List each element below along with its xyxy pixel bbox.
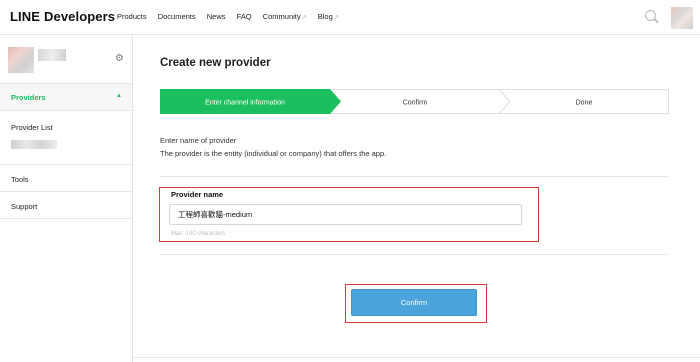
step-indicator: Enter channel information Confirm Done (160, 89, 669, 114)
nav-community[interactable]: Community↗ (263, 12, 307, 21)
sidebar-item-support[interactable]: Support (11, 202, 37, 211)
user-avatar[interactable] (671, 7, 693, 29)
step-2-label: Confirm (403, 100, 428, 107)
sidebar-divider (0, 110, 132, 111)
sidebar-item-provider-list[interactable]: Provider List (11, 123, 53, 132)
confirm-button[interactable]: Confirm (351, 289, 477, 316)
provider-name-label: Provider name (171, 190, 224, 199)
nav-products-label: Products (117, 12, 147, 21)
description-line-2: The provider is the entity (individual o… (160, 149, 387, 158)
sidebar-divider (0, 218, 132, 219)
provider-description: Enter name of provider The provider is t… (160, 134, 386, 160)
description-line-1: Enter name of provider (160, 136, 237, 145)
nav-news-label: News (206, 12, 226, 21)
nav-blog-label: Blog (317, 12, 333, 21)
account-avatar (8, 47, 34, 73)
caret-up-icon: ▲ (116, 93, 122, 99)
page-title: Create new provider (160, 57, 271, 69)
nav-community-label: Community (262, 12, 301, 21)
provider-list-item-blurred[interactable] (11, 140, 57, 149)
nav-faq[interactable]: FAQ (237, 12, 252, 21)
provider-name-hint: Max: 100 characters (171, 231, 226, 237)
footer-divider (132, 357, 700, 358)
nav-products[interactable]: Products (117, 12, 147, 21)
sidebar-divider (0, 191, 132, 192)
nav-news[interactable]: News (207, 12, 226, 21)
logo-line-text: LINE (10, 9, 41, 24)
main-nav: Products Documents News FAQ Community↗ B… (117, 12, 348, 21)
sidebar-item-providers-label: Providers (11, 93, 46, 102)
external-link-icon: ↗ (333, 15, 339, 21)
provider-name-input[interactable] (169, 204, 522, 225)
section-divider (160, 254, 669, 255)
account-name-blurred (38, 49, 66, 61)
step-3-label: Done (576, 100, 593, 107)
search-icon[interactable] (645, 10, 656, 21)
nav-documents[interactable]: Documents (158, 12, 196, 21)
sidebar-item-providers[interactable]: Providers ▲ (0, 84, 132, 110)
step-1-label: Enter channel information (205, 100, 285, 107)
external-link-icon: ↗ (301, 15, 307, 21)
gear-icon[interactable]: ⚙ (115, 53, 124, 64)
nav-blog[interactable]: Blog↗ (318, 12, 339, 21)
line-developers-logo[interactable]: LINE Developers (10, 9, 115, 24)
logo-developers-text: Developers (44, 9, 116, 24)
nav-documents-label: Documents (157, 12, 196, 21)
sidebar: ⚙ Providers ▲ Provider List Tools Suppor… (0, 35, 133, 362)
top-navigation-bar: LINE Developers Products Documents News F… (0, 0, 700, 35)
nav-faq-label: FAQ (236, 12, 252, 21)
sidebar-divider (0, 164, 132, 165)
section-divider (160, 176, 669, 177)
sidebar-item-tools[interactable]: Tools (11, 175, 29, 184)
